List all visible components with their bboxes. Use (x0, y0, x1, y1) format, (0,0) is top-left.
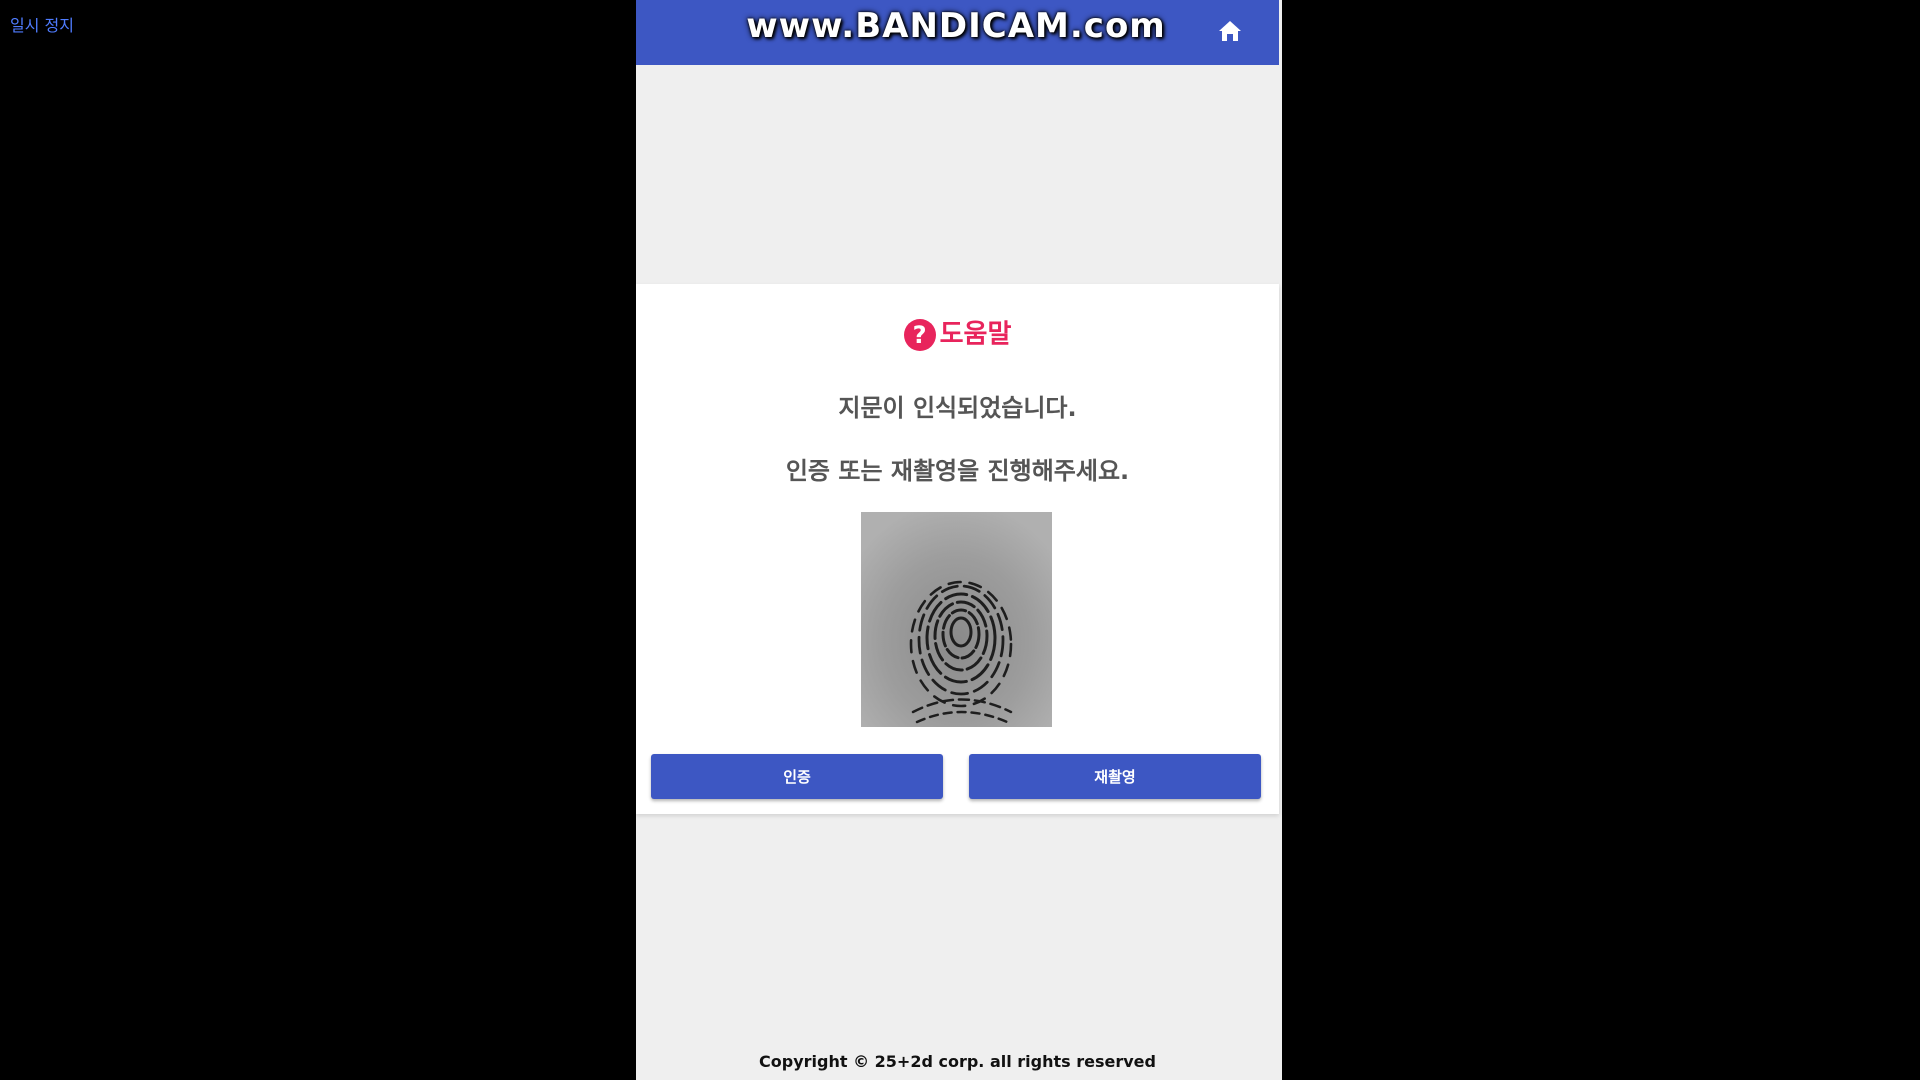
message-line-1: 지문이 인식되었습니다. (838, 394, 1077, 422)
auth-button[interactable]: 인증 (651, 754, 943, 799)
fingerprint-graphic (861, 512, 1052, 727)
fingerprint-image (861, 512, 1052, 727)
mobile-screen: www.BANDICAM.com ? 도움말 지문이 인식되었습니다. 인증 또는… (636, 0, 1282, 1080)
message-line-2: 인증 또는 재촬영을 진행해주세요. (785, 457, 1130, 485)
copyright-text: Copyright © 25+2d corp. all rights reser… (759, 1052, 1156, 1071)
home-icon[interactable] (1217, 19, 1243, 43)
pause-label[interactable]: 일시 정지 (10, 12, 74, 36)
dialog-title: ? 도움말 (636, 314, 1279, 354)
app-header: www.BANDICAM.com (636, 0, 1279, 65)
help-dialog: ? 도움말 지문이 인식되었습니다. 인증 또는 재촬영을 진행해주세요. 인증… (636, 284, 1279, 814)
dialog-title-text: 도움말 (939, 319, 1012, 350)
question-circle-icon: ? (903, 318, 936, 351)
retake-button[interactable]: 재촬영 (969, 754, 1261, 799)
recording-watermark: www.BANDICAM.com (746, 6, 1166, 46)
